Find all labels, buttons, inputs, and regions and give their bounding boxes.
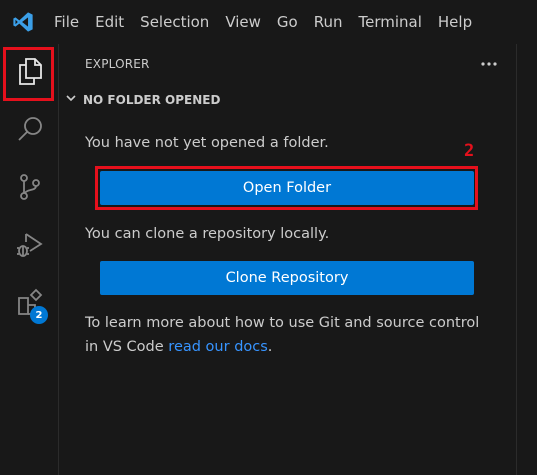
vscode-logo-icon[interactable] <box>0 0 46 44</box>
menu-terminal[interactable]: Terminal <box>351 0 430 44</box>
menu-items: File Edit Selection View Go Run Terminal… <box>46 0 480 44</box>
explorer-sidebar: EXPLORER NO FOLDER OPENED You have not y… <box>59 44 516 475</box>
learn-more-suffix: . <box>267 339 273 355</box>
menu-file[interactable]: File <box>46 0 87 44</box>
menu-help[interactable]: Help <box>430 0 480 44</box>
step-2-label: 2 <box>464 141 475 161</box>
no-folder-text: You have not yet opened a folder. <box>85 135 329 151</box>
menu-go[interactable]: Go <box>269 0 306 44</box>
editor-area-edge <box>516 44 537 475</box>
section-title: NO FOLDER OPENED <box>83 92 221 107</box>
section-header[interactable]: NO FOLDER OPENED <box>65 92 220 107</box>
chevron-down-icon <box>65 92 77 107</box>
activity-run-debug[interactable] <box>0 218 59 276</box>
read-docs-link[interactable]: read our docs <box>168 339 268 355</box>
activity-explorer[interactable] <box>0 44 59 102</box>
activity-extensions[interactable]: 2 <box>0 276 59 334</box>
menu-edit[interactable]: Edit <box>87 0 132 44</box>
clone-text: You can clone a repository locally. <box>85 226 330 242</box>
activity-source-control[interactable] <box>0 160 59 218</box>
search-icon <box>15 114 45 148</box>
learn-more-line-1: To learn more about how to use Git and s… <box>85 315 480 331</box>
sidebar-title: EXPLORER <box>85 57 150 71</box>
run-debug-icon <box>15 230 45 264</box>
menu-run[interactable]: Run <box>306 0 351 44</box>
ellipsis-icon[interactable] <box>477 52 501 76</box>
menu-view[interactable]: View <box>217 0 269 44</box>
activity-bar: 2 <box>0 44 59 475</box>
step-2-highlight-box <box>95 166 478 210</box>
learn-more-prefix: in VS Code <box>85 339 169 355</box>
extensions-badge: 2 <box>30 306 48 324</box>
step-1-highlight-box <box>3 47 54 101</box>
menu-bar: File Edit Selection View Go Run Terminal… <box>0 0 537 44</box>
learn-more-line-2: in VS Code read our docs. <box>85 339 272 355</box>
source-control-icon <box>15 172 45 206</box>
clone-repository-button[interactable]: Clone Repository <box>100 261 474 295</box>
activity-search[interactable] <box>0 102 59 160</box>
menu-selection[interactable]: Selection <box>132 0 217 44</box>
